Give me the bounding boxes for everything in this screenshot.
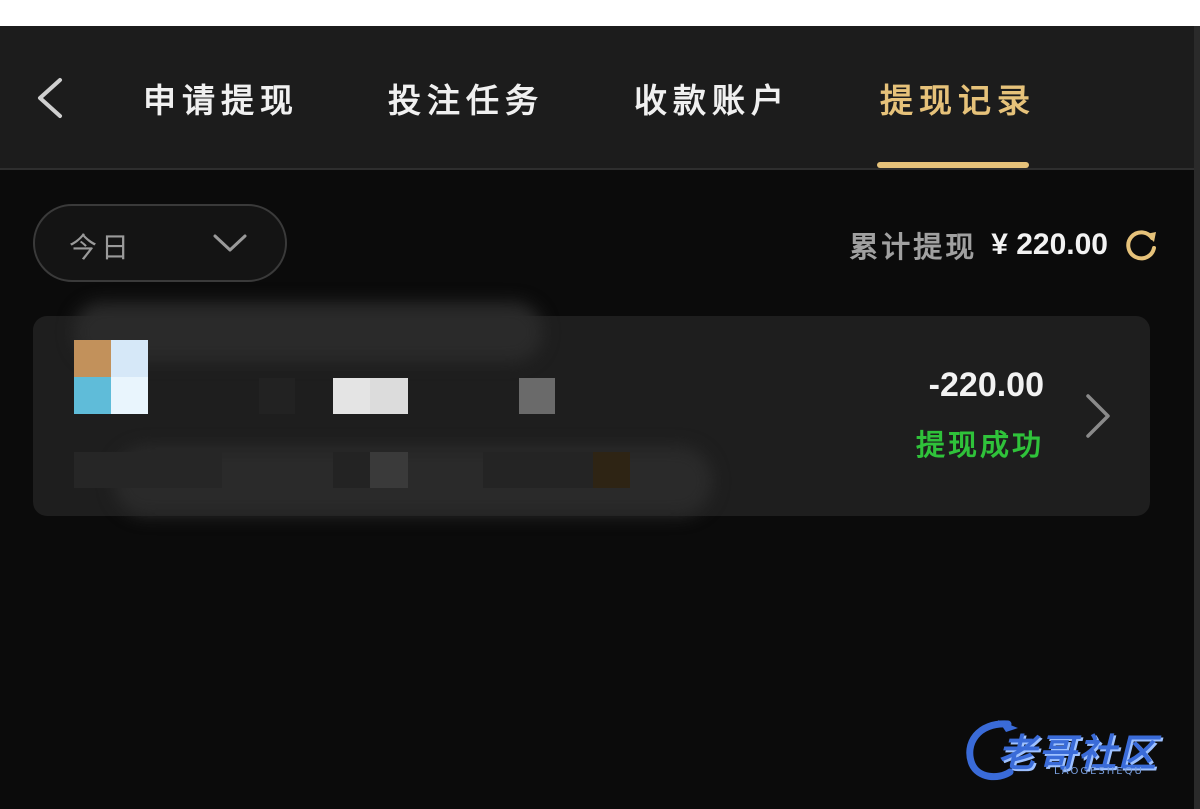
redaction-pixel [333,378,370,414]
redaction-pixel [259,378,295,414]
redaction-pixel [111,340,148,377]
chevron-left-icon [38,78,62,118]
tab-payment-accounts[interactable]: 收款账户 [634,74,790,122]
tab-betting-tasks[interactable]: 投注任务 [388,74,544,122]
redaction-pixel [111,377,148,414]
redaction-pixel [370,378,408,414]
refresh-icon[interactable] [1122,226,1160,264]
top-navigation: 申请提现 投注任务 收款账户 提现记录 [0,26,1194,170]
redaction-pixel [483,452,593,488]
redaction-pixel [370,452,408,488]
scrollbar-track [1194,26,1200,809]
active-tab-indicator [877,162,1029,168]
withdrawal-total: 累计提现 ¥ 220.00 [849,222,1160,268]
date-filter-label: 今日 [69,231,134,264]
back-button[interactable] [30,76,72,120]
status-bar [0,0,1200,26]
total-label: 累计提现 [849,230,978,264]
redaction-pixel [74,452,222,488]
chevron-down-icon [213,234,247,252]
watermark-subtext: LAOGESHEQU [1054,766,1144,777]
tab-withdrawal-records[interactable]: 提现记录 [880,74,1036,122]
record-status: 提现成功 [915,428,1044,462]
redaction-pixel [74,340,111,377]
watermark-logo: 老哥社区 LAOGESHEQU [958,710,1188,788]
withdrawal-record-item[interactable]: -220.00 提现成功 [33,302,1150,516]
total-value: ¥ 220.00 [991,228,1108,261]
redaction-pixel [519,378,555,414]
record-amount: -220.00 [928,366,1044,404]
date-filter-dropdown[interactable]: 今日 [33,204,287,282]
tab-apply-withdrawal[interactable]: 申请提现 [143,74,299,122]
redaction-pixel [74,377,111,414]
redaction-pixel [593,452,630,488]
chevron-right-icon [1086,394,1110,438]
redaction-pixel [333,452,370,488]
